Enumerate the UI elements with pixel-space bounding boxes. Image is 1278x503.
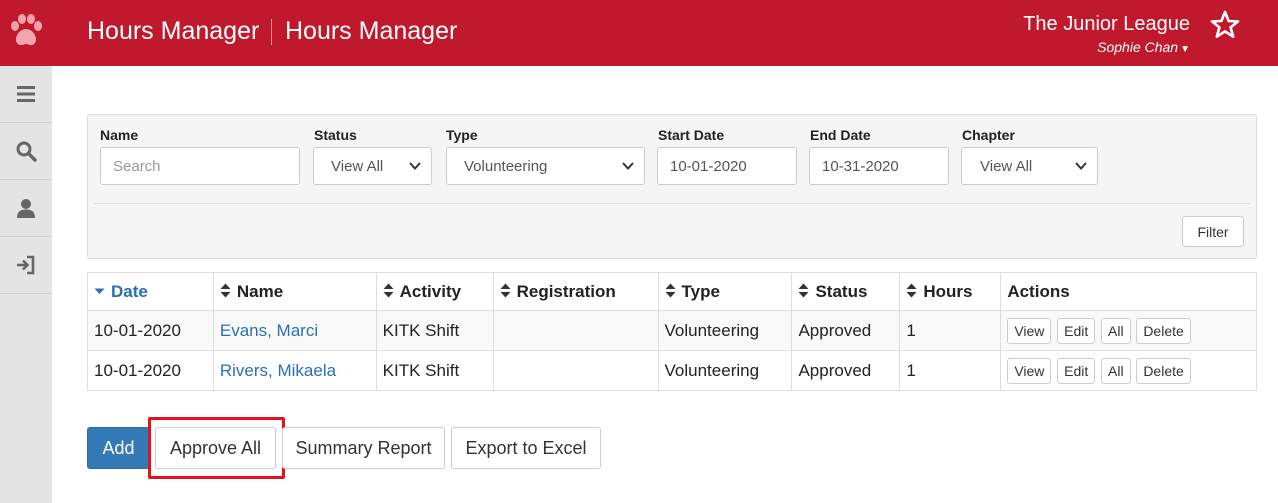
cell-hours: 1 [899, 310, 1002, 351]
column-header-type[interactable]: Type [657, 272, 793, 311]
filter-panel: Name Status View All Type Volunteering S… [87, 114, 1257, 259]
chapter-select[interactable]: View All [961, 147, 1098, 185]
start-date-field[interactable]: 10-01-2020 [657, 147, 797, 185]
sort-icon [665, 283, 676, 297]
name-search-field[interactable] [100, 147, 300, 185]
start-date-label: Start Date [658, 127, 725, 143]
sidebar-item-sign-in[interactable] [0, 237, 52, 294]
delete-button[interactable]: Delete [1136, 317, 1191, 344]
chevron-down-icon [622, 162, 634, 170]
view-button[interactable]: View [1007, 317, 1052, 344]
status-filter-label: Status [314, 127, 357, 143]
cell-date: 10-01-2020 [87, 350, 214, 391]
app-title[interactable]: Hours Manager [87, 17, 259, 46]
cell-hours: 1 [899, 350, 1002, 391]
filter-divider [94, 203, 1250, 204]
cell-date: 10-01-2020 [87, 310, 214, 351]
sort-icon [383, 283, 394, 297]
add-button[interactable]: Add [87, 427, 150, 469]
cell-name: Evans, Marci [212, 310, 377, 351]
org-name: The Junior League [1023, 13, 1190, 35]
filter-button[interactable]: Filter [1182, 216, 1244, 247]
sort-icon [798, 283, 809, 297]
sidebar-item-search[interactable] [0, 123, 52, 180]
cell-type: Volunteering [657, 310, 793, 351]
page-title: Hours Manager [285, 17, 458, 45]
cell-activity: KITK Shift [375, 310, 494, 351]
user-menu[interactable]: Sophie Chan ▼ [1097, 39, 1190, 55]
name-search-input[interactable] [113, 157, 287, 175]
status-select[interactable]: View All [313, 147, 432, 185]
member-name-link[interactable]: Rivers, Mikaela [220, 361, 336, 380]
end-date-label: End Date [810, 127, 871, 143]
cell-actions: View Edit All Delete [1000, 350, 1257, 391]
caret-down-icon: ▼ [1180, 44, 1190, 55]
summary-report-button[interactable]: Summary Report [282, 427, 445, 469]
end-date-field[interactable]: 10-31-2020 [809, 147, 949, 185]
chevron-down-icon [1075, 162, 1087, 170]
export-excel-button[interactable]: Export to Excel [451, 427, 601, 469]
view-button[interactable]: View [1007, 357, 1052, 384]
sidebar-item-menu[interactable] [0, 66, 52, 123]
type-select-value: Volunteering [464, 157, 548, 175]
search-icon [16, 141, 37, 162]
cell-registration [492, 310, 659, 351]
table-header-row: Date Name Activity Registration Type Sta… [87, 272, 1257, 311]
sort-icon [220, 283, 231, 297]
paw-logo-icon[interactable] [8, 13, 44, 51]
user-name: Sophie Chan [1097, 39, 1179, 55]
star-icon[interactable] [1209, 9, 1241, 41]
title-divider [271, 19, 272, 45]
cell-type: Volunteering [657, 350, 793, 391]
table-row: 10-01-2020 Rivers, Mikaela KITK Shift Vo… [87, 350, 1257, 391]
all-button[interactable]: All [1101, 317, 1131, 344]
cell-activity: KITK Shift [375, 350, 494, 391]
sort-icon [500, 283, 511, 297]
end-date-value: 10-31-2020 [822, 157, 899, 175]
user-icon [17, 199, 35, 218]
cell-actions: View Edit All Delete [1000, 310, 1257, 351]
column-header-date[interactable]: Date [87, 272, 214, 311]
cell-name: Rivers, Mikaela [212, 350, 377, 391]
column-header-activity[interactable]: Activity [375, 272, 494, 311]
table-row: 10-01-2020 Evans, Marci KITK Shift Volun… [87, 310, 1257, 351]
cell-registration [492, 350, 659, 391]
sidebar [0, 66, 52, 503]
sort-icon [906, 283, 917, 297]
chapter-filter-label: Chapter [962, 127, 1015, 143]
sort-descending-icon [94, 288, 105, 294]
name-filter-label: Name [100, 127, 139, 143]
status-select-value: View All [331, 157, 384, 175]
column-header-registration[interactable]: Registration [492, 272, 659, 311]
sidebar-item-user[interactable] [0, 180, 52, 237]
edit-button[interactable]: Edit [1057, 317, 1096, 344]
chapter-select-value: View All [980, 157, 1033, 175]
chevron-down-icon [409, 162, 421, 170]
all-button[interactable]: All [1101, 357, 1131, 384]
column-header-name[interactable]: Name [212, 272, 377, 311]
highlight-box [148, 417, 285, 479]
column-header-actions: Actions [1000, 272, 1257, 311]
type-select[interactable]: Volunteering [446, 147, 645, 185]
edit-button[interactable]: Edit [1057, 357, 1096, 384]
cell-status: Approved [791, 350, 901, 391]
hours-table: Date Name Activity Registration Type Sta… [87, 272, 1257, 391]
member-name-link[interactable]: Evans, Marci [220, 321, 318, 340]
column-header-status[interactable]: Status [791, 272, 901, 311]
type-filter-label: Type [446, 127, 478, 143]
start-date-value: 10-01-2020 [670, 157, 747, 175]
column-header-hours[interactable]: Hours [899, 272, 1002, 311]
top-bar: Hours Manager Hours Manager The Junior L… [0, 0, 1278, 66]
menu-icon [17, 86, 35, 102]
sign-in-icon [17, 255, 35, 275]
cell-status: Approved [791, 310, 901, 351]
delete-button[interactable]: Delete [1136, 357, 1191, 384]
